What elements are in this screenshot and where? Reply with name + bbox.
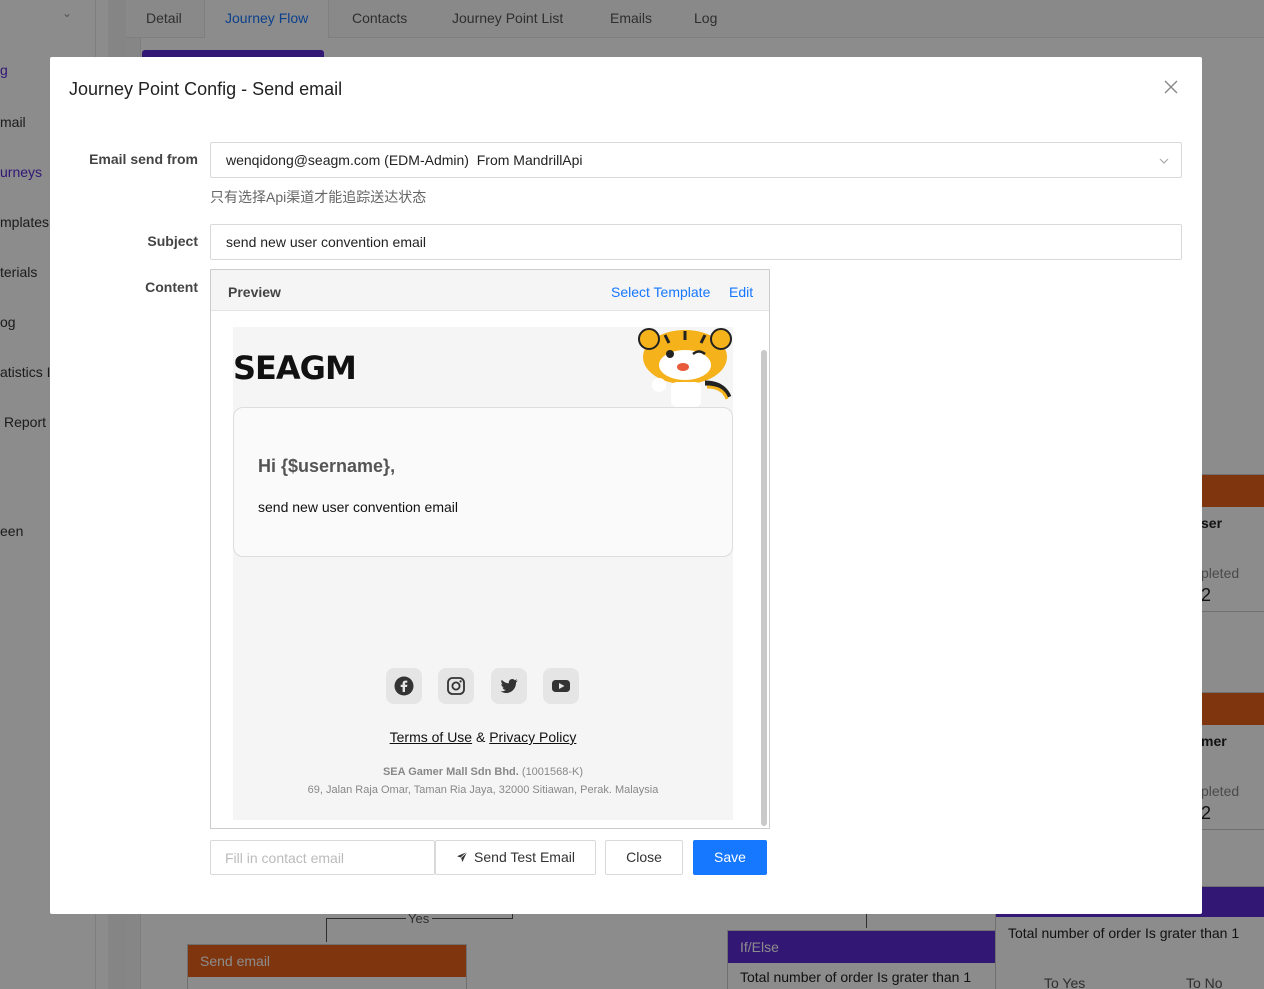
save-button[interactable]: Save (693, 840, 767, 875)
content-label: Content (145, 279, 198, 295)
email-from-label: Email send from (89, 151, 198, 167)
preview-title: Preview (228, 284, 281, 300)
company-reg: (1001568-K) (521, 766, 584, 778)
tiger-mascot-image (635, 327, 733, 407)
company-name: SEA Gamer Mall Sdn Bhd. (382, 766, 519, 778)
close-icon[interactable] (1162, 79, 1180, 97)
edit-link[interactable]: Edit (729, 284, 753, 300)
youtube-icon[interactable] (543, 668, 579, 704)
send-test-email-button[interactable]: Send Test Email (435, 840, 596, 875)
content-preview-box: Preview Select Template Edit SEAGM Hi {$… (210, 269, 770, 829)
chevron-down-icon (1159, 153, 1169, 164)
select-template-link[interactable]: Select Template (611, 284, 710, 300)
email-card: Hi {$username}, send new user convention… (233, 407, 733, 557)
subject-input[interactable] (210, 224, 1182, 260)
twitter-icon[interactable] (491, 668, 527, 704)
email-greeting: Hi {$username}, (258, 456, 396, 476)
subject-label: Subject (147, 233, 198, 249)
email-from-hint: 只有选择Api渠道才能追踪送达状态 (210, 189, 427, 205)
send-test-email-label: Send Test Email (474, 849, 575, 865)
send-icon (456, 842, 468, 875)
legal-links: Terms of Use & Privacy Policy (233, 729, 733, 745)
facebook-icon[interactable] (386, 668, 422, 704)
privacy-policy-link[interactable]: Privacy Policy (489, 729, 576, 745)
email-message: send new user convention email (258, 499, 459, 515)
preview-header: Preview Select Template Edit (211, 270, 769, 311)
contact-email-input[interactable] (210, 840, 435, 875)
preview-scrollbar[interactable] (761, 350, 767, 826)
email-preview: SEAGM Hi {$username}, send new user conv… (233, 327, 733, 820)
company-info: SEA Gamer Mall Sdn Bhd. (1001568-K) 69, … (233, 763, 733, 799)
company-address: 69, Jalan Raja Omar, Taman Ria Jaya, 320… (307, 784, 659, 796)
close-button[interactable]: Close (605, 840, 683, 875)
seagm-logo: SEAGM (233, 349, 357, 387)
terms-of-use-link[interactable]: Terms of Use (390, 729, 472, 745)
email-from-value: wenqidong@seagm.com (EDM-Admin) From Man… (226, 152, 583, 168)
and-text: & (475, 729, 486, 745)
instagram-icon[interactable] (438, 668, 474, 704)
email-from-select[interactable]: wenqidong@seagm.com (EDM-Admin) From Man… (210, 142, 1182, 178)
journey-point-config-modal: Journey Point Config - Send email Email … (50, 57, 1202, 914)
modal-title: Journey Point Config - Send email (69, 79, 343, 99)
